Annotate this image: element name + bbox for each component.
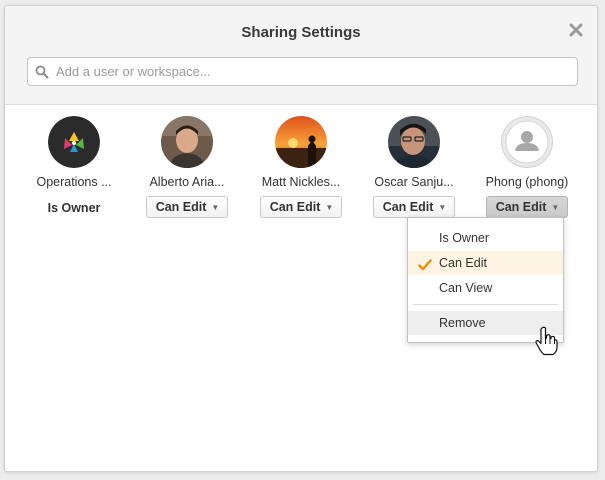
- user-avatar: [161, 116, 213, 168]
- search-icon: [35, 65, 49, 79]
- menu-item-is-owner[interactable]: Is Owner: [408, 226, 563, 250]
- dialog-title: Sharing Settings: [241, 24, 361, 41]
- checkmark-icon: [418, 256, 432, 271]
- dialog-header: Sharing Settings: [5, 6, 597, 105]
- search-box[interactable]: [27, 57, 578, 86]
- menu-item-remove[interactable]: Remove: [408, 311, 563, 335]
- role-dropdown-button[interactable]: Can Edit ▼: [259, 196, 343, 218]
- member-operations: Operations ... Is Owner: [19, 116, 129, 215]
- member-name: Alberto Aria...: [149, 175, 225, 189]
- member-name: Matt Nickles...: [261, 175, 341, 189]
- close-icon[interactable]: [567, 21, 585, 39]
- menu-item-can-edit[interactable]: Can Edit: [408, 251, 563, 275]
- role-dropdown-button[interactable]: Can Edit ▼: [372, 196, 456, 218]
- member-name: Operations ...: [36, 175, 112, 189]
- role-label: Can Edit: [269, 200, 321, 214]
- default-user-avatar: [501, 116, 553, 168]
- member-alberto: Alberto Aria... Can Edit ▼: [132, 116, 242, 218]
- member-phong: Phong (phong) Can Edit ▼: [472, 116, 582, 218]
- menu-item-label: Remove: [439, 316, 486, 330]
- caret-down-icon: ▼: [551, 203, 560, 212]
- menu-item-label: Is Owner: [439, 231, 490, 245]
- role-label: Can Edit: [155, 200, 207, 214]
- member-name: Phong (phong): [485, 175, 569, 189]
- member-name: Oscar Sanju...: [374, 175, 454, 189]
- menu-item-label: Can View: [439, 281, 493, 295]
- search-input[interactable]: [56, 58, 571, 85]
- role-dropdown-button[interactable]: Can Edit ▼: [485, 196, 569, 218]
- role-dropdown-menu: Is Owner Can Edit Can View Remove: [407, 217, 564, 343]
- menu-item-can-view[interactable]: Can View: [408, 276, 563, 300]
- role-label: Is Owner: [47, 201, 101, 215]
- role-label: Can Edit: [495, 200, 547, 214]
- user-avatar: [388, 116, 440, 168]
- caret-down-icon: ▼: [438, 203, 447, 212]
- menu-item-label: Can Edit: [439, 256, 487, 270]
- role-dropdown-button[interactable]: Can Edit ▼: [145, 196, 229, 218]
- caret-down-icon: ▼: [325, 203, 334, 212]
- menu-divider: [413, 304, 558, 305]
- caret-down-icon: ▼: [211, 203, 220, 212]
- role-label: Can Edit: [382, 200, 434, 214]
- user-avatar: [275, 116, 327, 168]
- member-matt: Matt Nickles... Can Edit ▼: [246, 116, 356, 218]
- workspace-logo-avatar: [48, 116, 100, 168]
- member-oscar: Oscar Sanju... Can Edit ▼: [359, 116, 469, 218]
